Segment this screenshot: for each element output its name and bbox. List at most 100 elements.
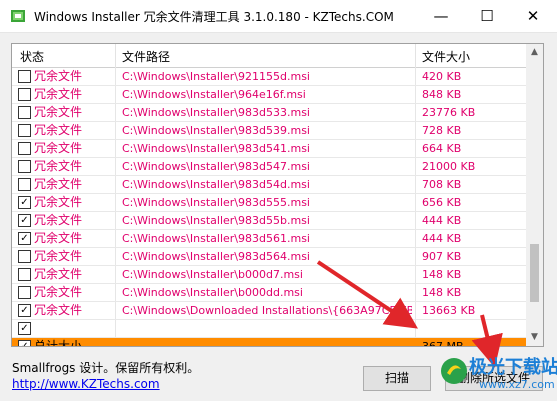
row-size: 13663 KB — [422, 304, 476, 317]
row-status: 冗余文件 — [34, 231, 83, 245]
row-checkbox[interactable]: ✓ — [18, 304, 31, 317]
row-size: 708 KB — [422, 178, 462, 191]
header-size[interactable]: 文件大小 — [422, 48, 470, 65]
table-row[interactable]: ✓ 冗余文件 C:\Windows\Installer\983d55b.msi 444… — [12, 212, 527, 230]
window-title: Windows Installer 冗余文件清理工具 3.1.0.180 - K… — [34, 10, 394, 24]
row-size: 444 KB — [422, 232, 462, 245]
row-checkbox[interactable]: ✓ — [18, 232, 31, 245]
row-size — [422, 320, 522, 337]
table-row[interactable]: 冗余文件 C:\Windows\Installer\983d541.msi 664 … — [12, 140, 527, 158]
row-status: 冗余文件 — [34, 249, 83, 263]
maximize-button[interactable]: ☐ — [464, 0, 510, 32]
row-status: 冗余文件 — [34, 105, 83, 119]
vertical-scrollbar[interactable]: ▲ ▼ — [526, 43, 544, 347]
table-row[interactable]: ✓ — [12, 320, 527, 338]
row-checkbox[interactable] — [18, 106, 31, 119]
row-path: C:\Windows\Installer\b000d7.msi — [122, 268, 303, 281]
row-path: C:\Windows\Installer\983d55b.msi — [122, 214, 310, 227]
header-divider[interactable] — [115, 44, 116, 67]
header-status[interactable]: 状态 — [20, 48, 44, 65]
row-path: C:\Windows\Installer\b000dd.msi — [122, 286, 303, 299]
row-checkbox[interactable] — [18, 160, 31, 173]
header-divider[interactable] — [415, 44, 416, 67]
total-checkbox[interactable]: ✓ — [18, 340, 31, 346]
table-row[interactable]: 冗余文件 C:\Windows\Installer\983d533.msi 2377… — [12, 104, 527, 122]
row-size: 664 KB — [422, 142, 462, 155]
row-status: 冗余文件 — [34, 195, 83, 209]
row-path: C:\Windows\Installer\983d533.msi — [122, 106, 310, 119]
row-path: C:\Windows\Installer\983d561.msi — [122, 232, 310, 245]
table-row[interactable]: 冗余文件 C:\Windows\Installer\964e16f.msi 848 … — [12, 86, 527, 104]
minimize-button[interactable]: — — [418, 0, 464, 32]
close-button[interactable]: ✕ — [510, 0, 556, 32]
table-row[interactable]: 冗余文件 C:\Windows\Installer\983d54d.msi 708 … — [12, 176, 527, 194]
row-path: C:\Windows\Installer\983d547.msi — [122, 160, 310, 173]
row-size: 907 KB — [422, 250, 462, 263]
row-size: 148 KB — [422, 268, 462, 281]
row-status — [34, 320, 114, 337]
row-status: 冗余文件 — [34, 69, 83, 83]
row-size: 444 KB — [422, 214, 462, 227]
row-path — [122, 320, 412, 337]
row-checkbox[interactable] — [18, 124, 31, 137]
row-size: 420 KB — [422, 70, 462, 83]
row-path: C:\Windows\Installer\983d555.msi — [122, 196, 310, 209]
row-checkbox[interactable] — [18, 70, 31, 83]
row-status: 冗余文件 — [34, 141, 83, 155]
app-icon — [11, 10, 25, 22]
table-row[interactable]: 冗余文件 C:\Windows\Installer\983d539.msi 728 … — [12, 122, 527, 140]
row-status: 冗余文件 — [34, 267, 83, 281]
scan-button[interactable]: 扫描 — [363, 366, 431, 391]
credit-text: Smallfrogs 设计。保留所有权利。 — [12, 361, 200, 375]
row-path: C:\Windows\Installer\964e16f.msi — [122, 88, 306, 101]
row-checkbox[interactable] — [18, 88, 31, 101]
row-size: 21000 KB — [422, 160, 476, 173]
table-row[interactable]: 冗余文件 C:\Windows\Installer\983d564.msi 907 … — [12, 248, 527, 266]
table-row[interactable]: ✓ 冗余文件 C:\Windows\Installer\983d555.msi 656… — [12, 194, 527, 212]
table-row[interactable]: 冗余文件 C:\Windows\Installer\983d547.msi 2100… — [12, 158, 527, 176]
row-status: 冗余文件 — [34, 87, 83, 101]
row-status: 冗余文件 — [34, 213, 83, 227]
row-checkbox[interactable]: ✓ — [18, 214, 31, 227]
row-checkbox[interactable]: ✓ — [18, 196, 31, 209]
scroll-up-arrow-icon[interactable]: ▲ — [526, 44, 543, 61]
row-path: C:\Windows\Installer\921155d.msi — [122, 70, 310, 83]
row-checkbox[interactable] — [18, 178, 31, 191]
site-watermark: 极光下载站 www.xz7.com — [437, 352, 557, 398]
file-list[interactable]: 状态 文件路径 文件大小 冗余文件 C:\Windows\Installer\92… — [11, 43, 528, 347]
total-row[interactable]: ✓ 总计大小 367 MB — [12, 338, 527, 347]
row-checkbox[interactable] — [18, 286, 31, 299]
row-path: C:\Windows\Installer\983d541.msi — [122, 142, 310, 155]
row-size: 656 KB — [422, 196, 462, 209]
watermark-url: www.xz7.com — [479, 378, 555, 391]
file-list-header: 状态 文件路径 文件大小 — [12, 44, 527, 68]
row-status: 冗余文件 — [34, 159, 83, 173]
row-status: 冗余文件 — [34, 285, 83, 299]
row-checkbox[interactable] — [18, 250, 31, 263]
title-bar: Windows Installer 冗余文件清理工具 3.1.0.180 - K… — [0, 0, 557, 33]
total-size: 367 MB — [422, 338, 522, 346]
total-label: 总计大小 — [34, 339, 83, 347]
row-checkbox[interactable]: ✓ — [18, 322, 31, 335]
row-size: 148 KB — [422, 286, 462, 299]
header-path[interactable]: 文件路径 — [122, 48, 170, 65]
row-path: C:\Windows\Downloaded Installations\{663… — [122, 304, 412, 317]
table-row[interactable]: 冗余文件 C:\Windows\Installer\b000d7.msi 148 K… — [12, 266, 527, 284]
row-status: 冗余文件 — [34, 303, 83, 317]
table-row[interactable]: ✓ 冗余文件 C:\Windows\Downloaded Installations… — [12, 302, 527, 320]
watermark-title: 极光下载站 — [469, 357, 557, 378]
scroll-down-arrow-icon[interactable]: ▼ — [526, 329, 543, 346]
website-link[interactable]: http://www.KZTechs.com — [12, 377, 160, 391]
table-row[interactable]: 冗余文件 C:\Windows\Installer\921155d.msi 420 … — [12, 68, 527, 86]
table-row[interactable]: ✓ 冗余文件 C:\Windows\Installer\983d561.msi 444… — [12, 230, 527, 248]
row-checkbox[interactable] — [18, 268, 31, 281]
row-size: 848 KB — [422, 88, 462, 101]
row-path: C:\Windows\Installer\983d54d.msi — [122, 178, 310, 191]
row-size: 23776 KB — [422, 106, 476, 119]
row-path: C:\Windows\Installer\983d564.msi — [122, 250, 310, 263]
scroll-thumb[interactable] — [530, 244, 539, 302]
table-row[interactable]: 冗余文件 C:\Windows\Installer\b000dd.msi 148 K… — [12, 284, 527, 302]
row-status: 冗余文件 — [34, 177, 83, 191]
watermark-logo-icon — [441, 358, 467, 384]
row-checkbox[interactable] — [18, 142, 31, 155]
